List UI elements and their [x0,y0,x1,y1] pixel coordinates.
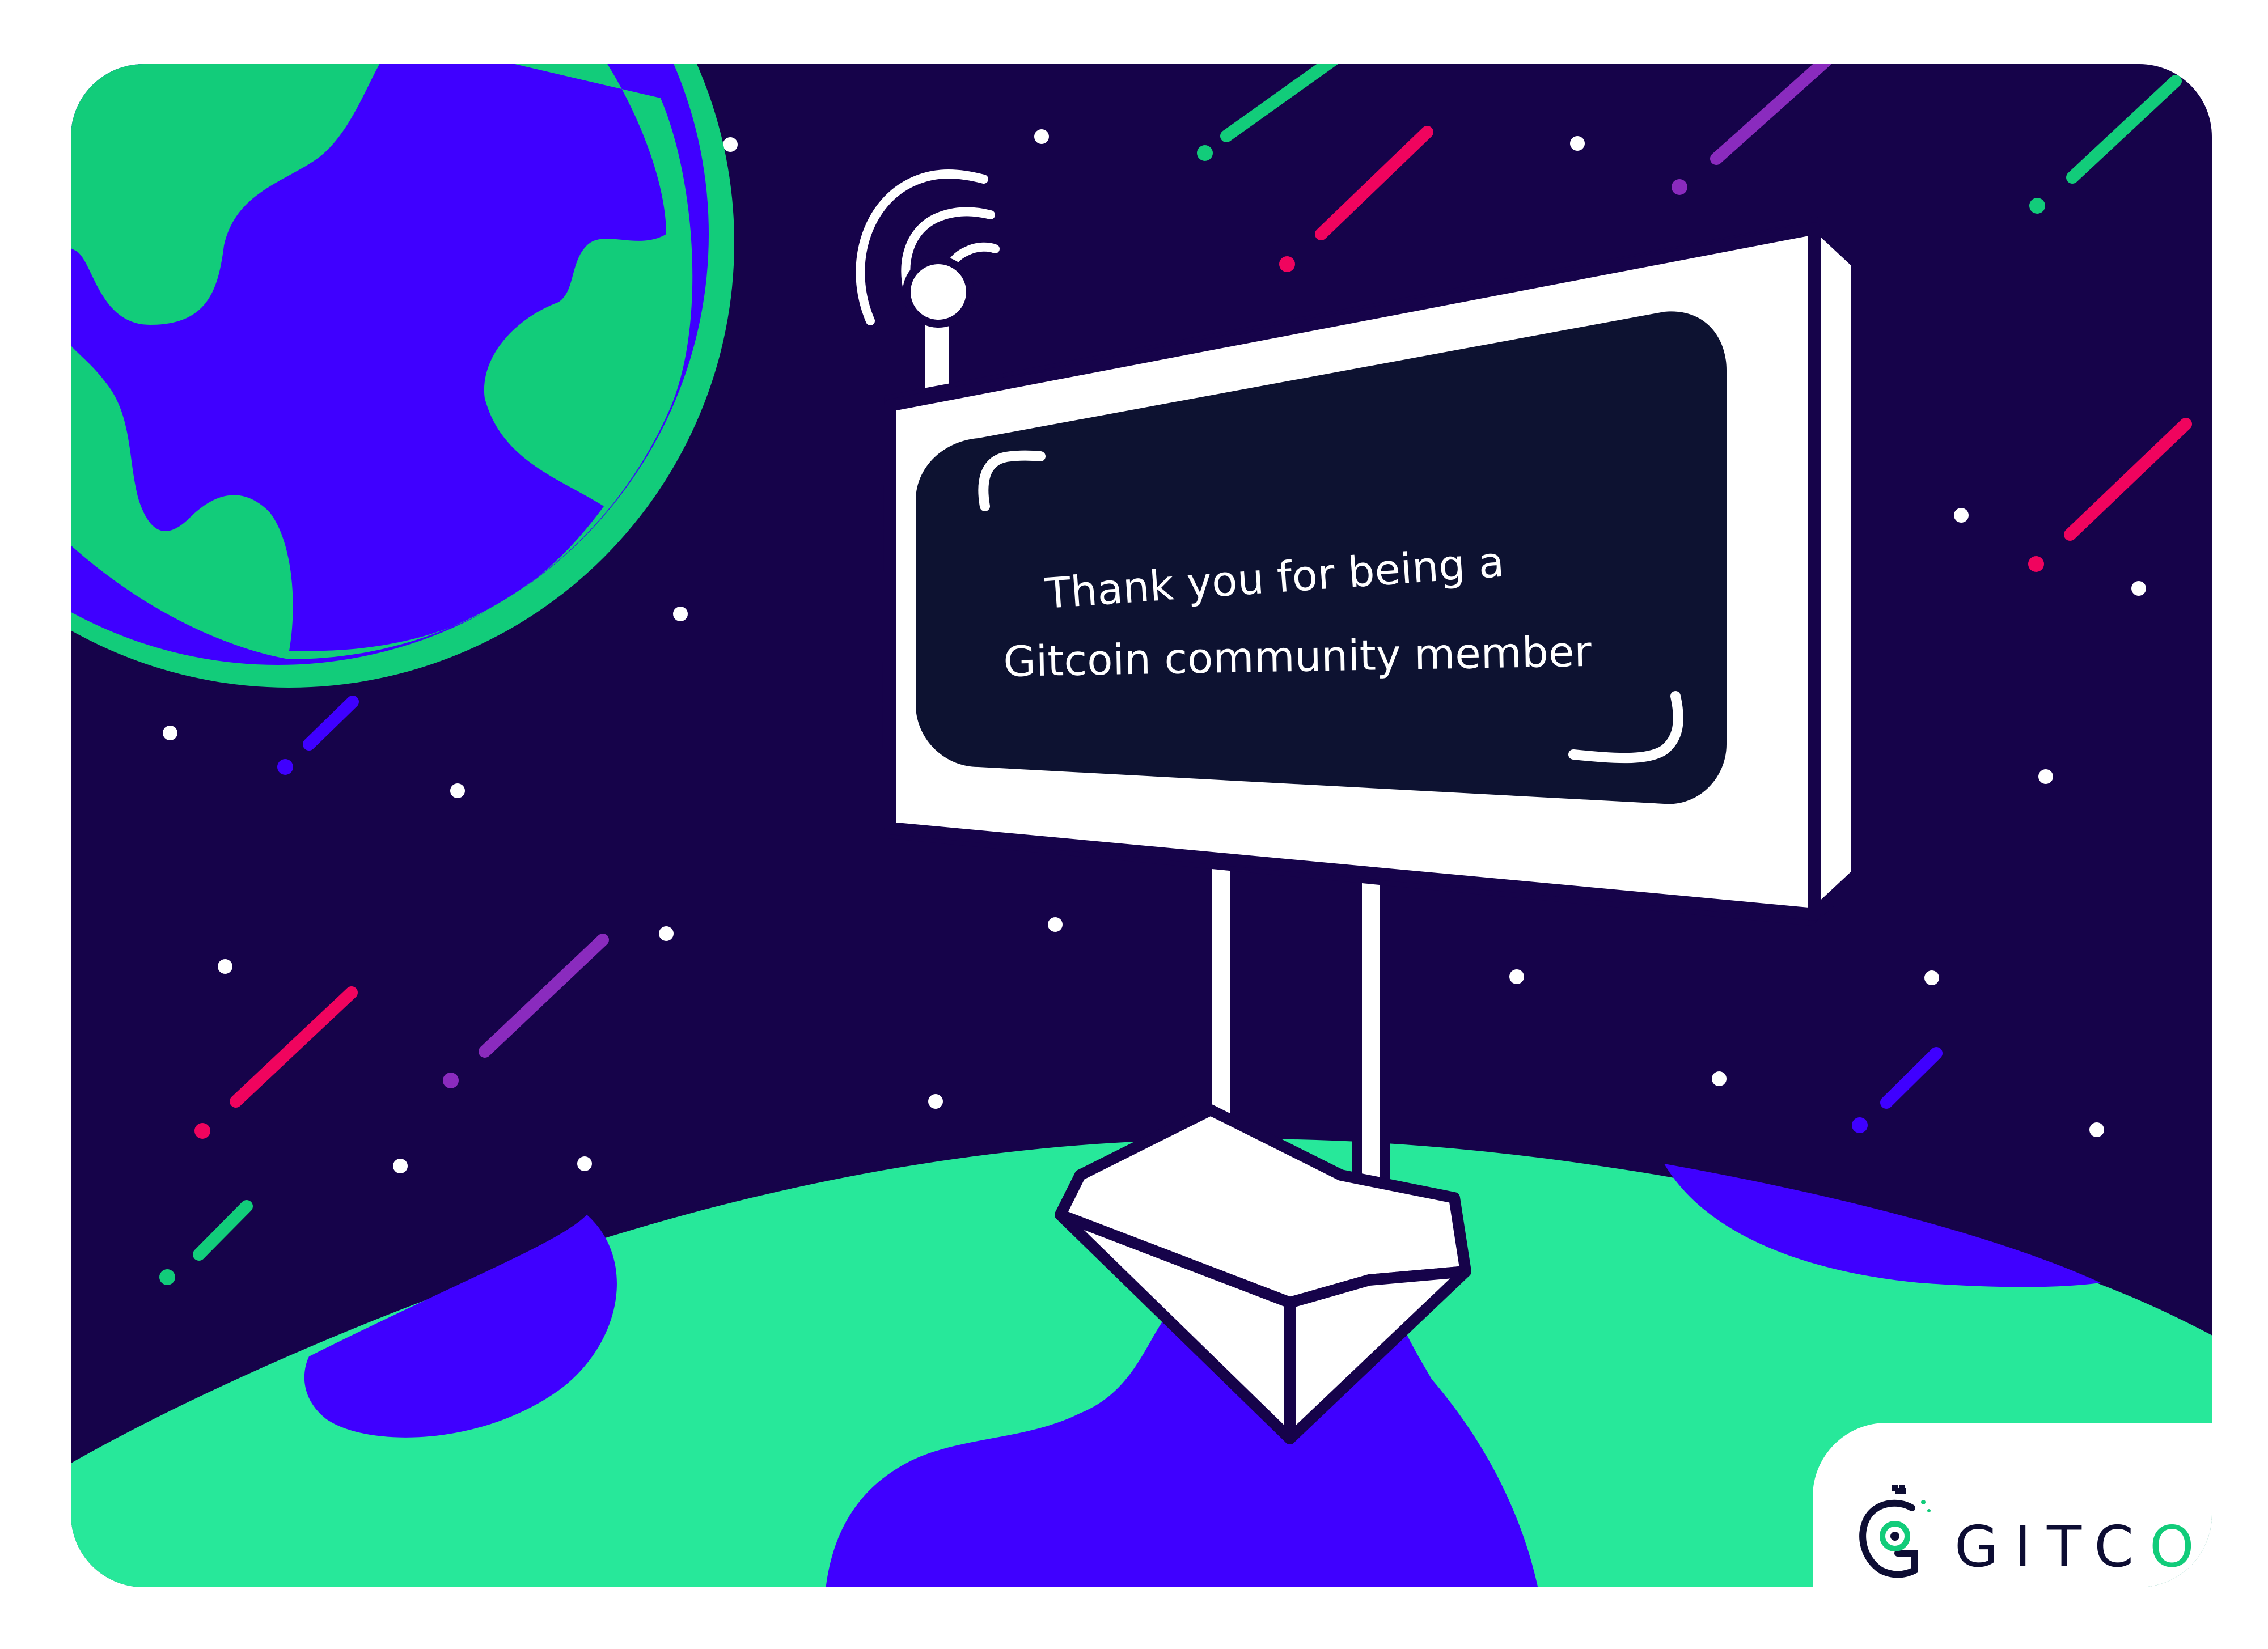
meteor-dot [277,759,293,775]
meteor-streak [230,986,358,1108]
meteor-dot [1852,1117,1868,1133]
meteor-dot [443,1073,459,1088]
antenna [903,256,974,402]
meteor-streak [193,1200,253,1261]
earth-globe [71,64,734,688]
star [1509,969,1524,984]
meteor-dot [2029,198,2045,214]
star [2089,1122,2104,1137]
meteor-streak [2064,418,2192,541]
star [928,1094,943,1109]
meteor-dot [194,1123,210,1139]
meteor-streak [1710,64,1832,165]
meteor-streak [1220,64,1338,142]
meteor-streak [479,934,609,1058]
meteor-streak [1315,126,1433,240]
star [1570,136,1585,151]
meteor-streak [1880,1047,1943,1109]
meteor-streak [303,696,359,751]
star [393,1159,408,1173]
gitcoin-logo-icon [1859,1485,1931,1578]
brand-wordmark: GITCOIN [1954,1514,2212,1580]
brand-wordmark-prefix: GITC [1954,1514,2150,1580]
star [2131,581,2146,596]
star [577,1156,592,1171]
star [673,607,688,621]
meteor-dot [1279,256,1295,272]
star [1954,508,1969,523]
star [1924,970,1939,985]
brand-wordmark-suffix: IN [2210,1514,2212,1580]
star [723,137,738,152]
meteor-dot [159,1269,175,1285]
meteor-dot [1672,179,1687,195]
brand-logo-panel: GITCOIN [1813,1423,2212,1587]
meteor-dot [1197,145,1213,161]
greeting-card: Thank you for being a Gitcoin community … [71,64,2212,1587]
meteor-streak [2066,75,2182,184]
star [659,926,674,941]
star [450,783,465,798]
star [1048,917,1063,932]
meteor-dot [2028,556,2044,572]
star [163,726,177,740]
star [1034,129,1049,144]
space-scene: Thank you for being a Gitcoin community … [71,64,2212,1587]
star [218,959,232,974]
star [1712,1071,1727,1086]
brand-wordmark-o: O [2149,1514,2210,1580]
billboard: Thank you for being a Gitcoin community … [882,217,1863,926]
star [2038,769,2053,784]
sign-message-line2: Gitcoin community member [1003,628,1592,686]
